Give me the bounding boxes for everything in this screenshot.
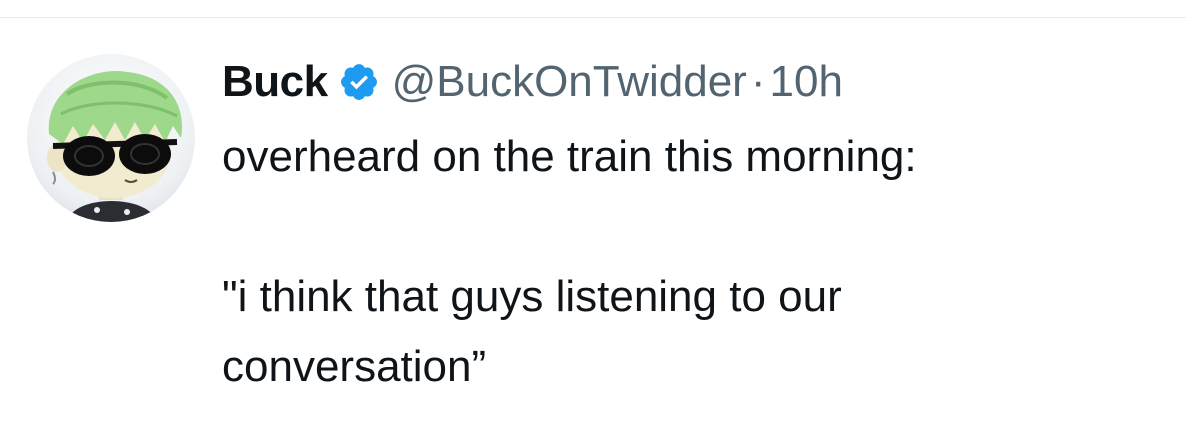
tweet-header: Buck @BuckOnTwidder · 10h (222, 54, 1162, 110)
tweet[interactable]: Buck @BuckOnTwidder · 10h overheard on t… (0, 18, 1186, 430)
tweet-text-line: "i think that guys listening to our (222, 272, 842, 321)
verified-badge-icon[interactable] (338, 61, 380, 103)
tweet-content: Buck @BuckOnTwidder · 10h overheard on t… (222, 54, 1162, 402)
tweet-text-line: conversation” (222, 342, 487, 391)
tweet-text-line: overheard on the train this morning: (222, 132, 917, 181)
separator-dot: · (750, 57, 766, 106)
tweet-timestamp[interactable]: 10h (770, 57, 843, 107)
avatar[interactable] (27, 54, 195, 222)
display-name[interactable]: Buck (222, 57, 328, 107)
author-handle[interactable]: @BuckOnTwidder (392, 57, 747, 107)
tweet-text-line (222, 192, 1162, 262)
tweet-text: overheard on the train this morning: "i … (222, 122, 1162, 402)
avatar-icon (27, 54, 195, 222)
